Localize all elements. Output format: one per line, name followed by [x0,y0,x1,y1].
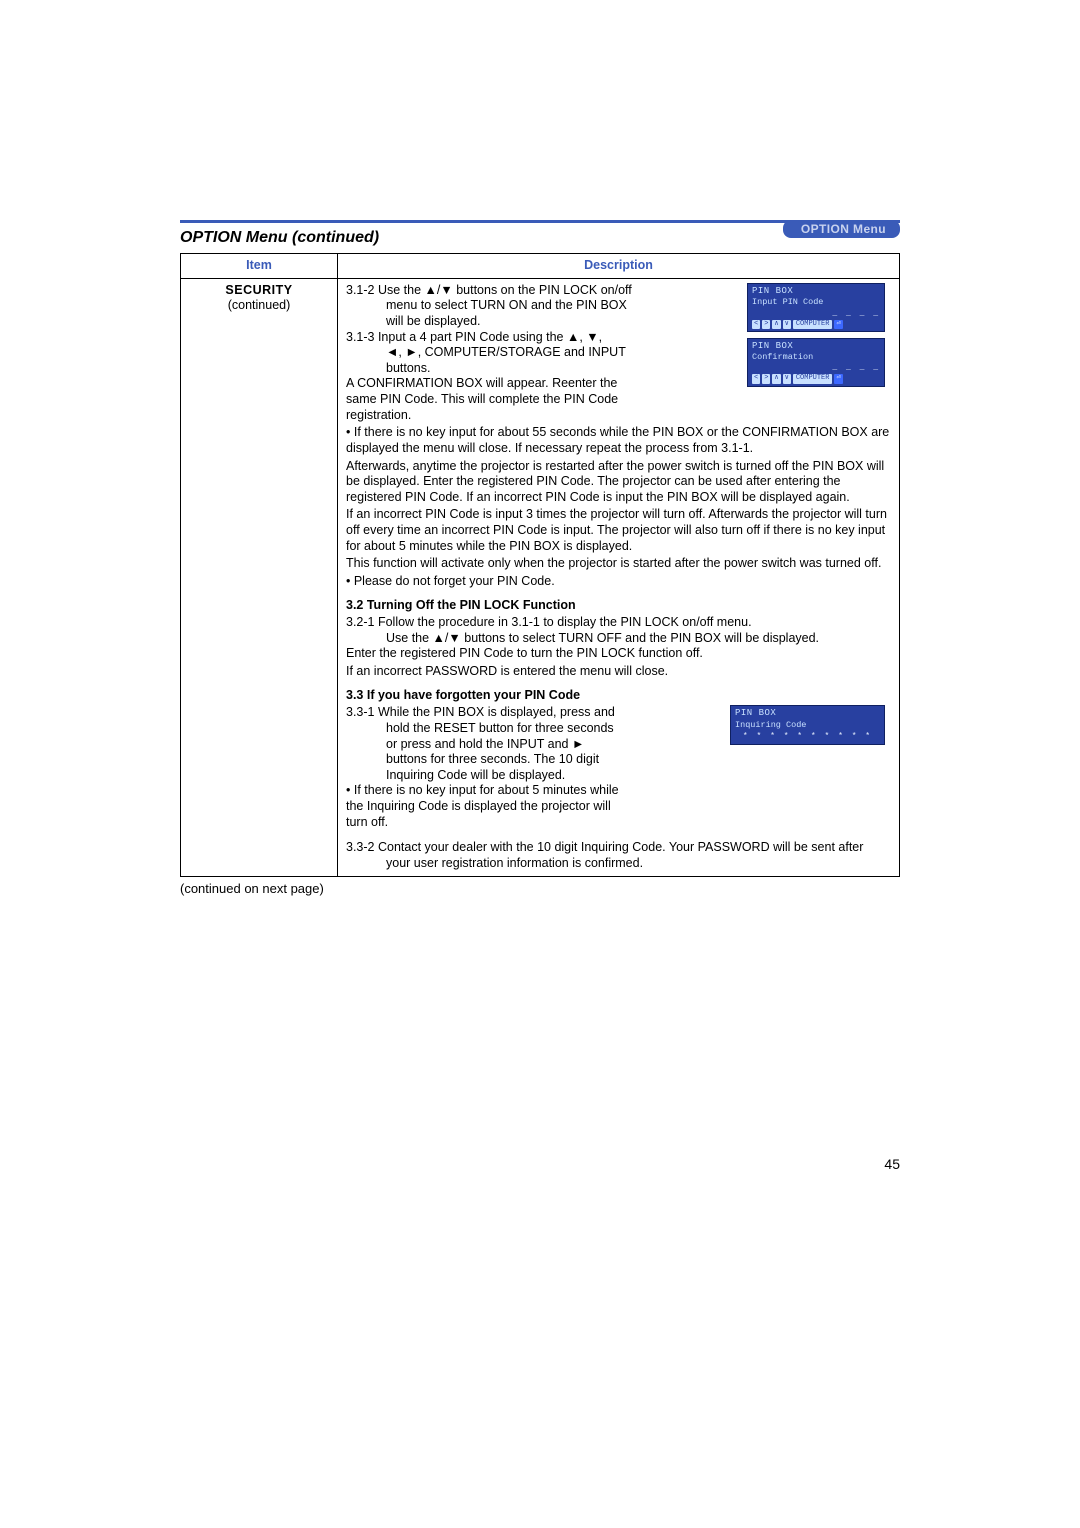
key-left-icon: < [752,320,760,329]
pinbox-dashes: _ _ _ _ [752,309,880,319]
pinbox-dashes-2: _ _ _ _ [752,363,880,373]
table-row: SECURITY (continued) 3.1-2 Use the ▲/▼ b… [181,278,900,876]
wrong-password-text: If an incorrect PASSWORD is entered the … [346,664,891,680]
pinbox-keys-2: < > ∧ ∨ COMPUTER ⏎ [752,374,880,383]
inquiry-code: * * * * * * * * * * [735,732,880,742]
inquiry-sub: Inquiring Code [735,720,880,731]
breadcrumb: OPTION Menu [783,220,900,238]
item-name: SECURITY [189,283,329,299]
step-3-3-1-b: hold the RESET button for three seconds … [346,721,621,784]
key-computer: COMPUTER [793,374,833,383]
pinbox-conf-sub: Confirmation [752,352,880,363]
step-3-2-1-a: 3.2-1 Follow the procedure in 3.1-1 to d… [346,615,891,631]
item-continued: (continued) [189,298,329,314]
key-up-icon: ∧ [772,320,780,329]
bullet-5min: • If there is no key input for about 5 m… [346,783,621,830]
key-computer: COMPUTER [793,320,833,329]
col-description: Description [338,254,900,279]
step-3-1-2-b: menu to select TURN ON and the PIN BOX w… [346,298,646,329]
pinbox-title: PIN BOX [752,286,880,297]
bullet-forget: • Please do not forget your PIN Code. [346,574,891,590]
incorrect-3times: If an incorrect PIN Code is input 3 time… [346,507,891,554]
pinbox-sub: Input PIN Code [752,297,880,308]
description-cell: 3.1-2 Use the ▲/▼ buttons on the PIN LOC… [338,278,900,876]
page-number: 45 [0,1156,1080,1172]
step-3-1-3-b: ◄, ►, COMPUTER/STORAGE and INPUT buttons… [346,345,646,376]
pinbox-input: PIN BOX Input PIN Code _ _ _ _ < > ∧ ∨ C… [747,283,885,332]
bullet-55sec: • If there is no key input for about 55 … [346,425,891,456]
step-3-1-2-a: 3.1-2 Use the ▲/▼ buttons on the PIN LOC… [346,283,646,299]
confirmation-text: A CONFIRMATION BOX will appear. Reenter … [346,376,646,423]
afterwards-text: Afterwards, anytime the projector is res… [346,459,891,506]
key-right-icon: > [762,320,770,329]
pinbox-confirmation: PIN BOX Confirmation _ _ _ _ < > ∧ ∨ COM… [747,338,885,387]
inquiry-box: PIN BOX Inquiring Code * * * * * * * * *… [730,705,885,745]
option-table: Item Description SECURITY (continued) 3.… [180,253,900,877]
key-down-icon: ∨ [783,374,791,383]
step-3-3-1-a: 3.3-1 While the PIN BOX is displayed, pr… [346,705,621,721]
key-left-icon: < [752,374,760,383]
header-rule: OPTION Menu [180,220,900,223]
enter-off-text: Enter the registered PIN Code to turn th… [346,646,891,662]
key-enter-icon: ⏎ [834,374,842,383]
inquiry-figure: PIN BOX Inquiring Code * * * * * * * * *… [730,705,885,745]
item-cell: SECURITY (continued) [181,278,338,876]
inquiry-title: PIN BOX [735,708,880,719]
key-up-icon: ∧ [772,374,780,383]
col-item: Item [181,254,338,279]
pinbox-figures: PIN BOX Input PIN Code _ _ _ _ < > ∧ ∨ C… [747,283,885,387]
pinbox-title-2: PIN BOX [752,341,880,352]
step-3-1-3-a: 3.1-3 Input a 4 part PIN Code using the … [346,330,646,346]
activate-text: This function will activate only when th… [346,556,891,572]
continued-note: (continued on next page) [180,881,900,896]
subhead-3-2: 3.2 Turning Off the PIN LOCK Function [346,598,891,614]
key-enter-icon: ⏎ [834,320,842,329]
step-3-2-1-b: Use the ▲/▼ buttons to select TURN OFF a… [346,631,891,647]
key-right-icon: > [762,374,770,383]
pinbox-keys: < > ∧ ∨ COMPUTER ⏎ [752,320,880,329]
subhead-3-3: 3.3 If you have forgotten your PIN Code [346,688,891,704]
key-down-icon: ∨ [783,320,791,329]
step-3-3-2: 3.3-2 Contact your dealer with the 10 di… [346,840,891,871]
